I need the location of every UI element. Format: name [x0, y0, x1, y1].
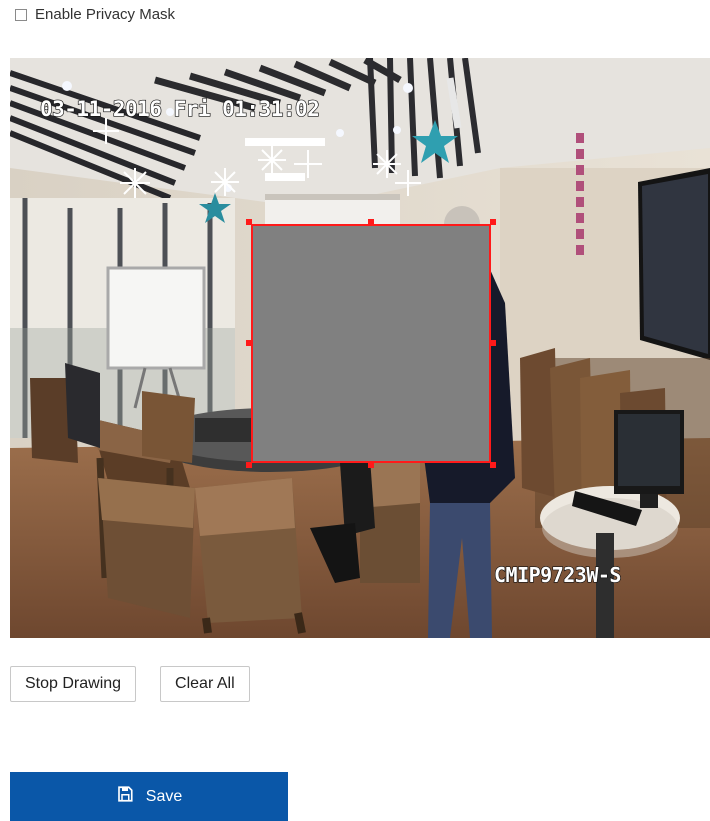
- projector-screen-housing: [265, 194, 400, 200]
- resize-handle-top-right[interactable]: [490, 219, 496, 225]
- video-timestamp-overlay: 03-11-2016 Fri 01:31:02: [40, 97, 319, 121]
- stop-drawing-button[interactable]: Stop Drawing: [10, 666, 137, 702]
- resize-handle-middle-left[interactable]: [246, 340, 252, 346]
- privacy-mask-toggle[interactable]: Enable Privacy Mask: [15, 6, 175, 23]
- privacy-mask-rectangle[interactable]: [251, 224, 491, 463]
- drawing-controls: Stop Drawing Clear All: [10, 666, 250, 702]
- enable-privacy-mask-checkbox[interactable]: [15, 8, 27, 21]
- save-button[interactable]: Save: [10, 772, 288, 821]
- floppy-disk-icon: [116, 785, 134, 808]
- save-button-label: Save: [145, 787, 183, 805]
- ceiling-light: [265, 173, 305, 181]
- wall-television: [638, 168, 710, 360]
- ceiling-light: [245, 138, 325, 146]
- resize-handle-middle-right[interactable]: [490, 340, 496, 346]
- video-scene: 03-11-2016 Fri 01:31:02 CMIP9723W-S: [10, 58, 710, 638]
- privacy-mask-page: Enable Privacy Mask 03-11-2016 Fri 01:31…: [0, 0, 710, 821]
- resize-handle-bottom-middle[interactable]: [368, 462, 374, 468]
- resize-handle-bottom-right[interactable]: [490, 462, 496, 468]
- resize-handle-top-middle[interactable]: [368, 219, 374, 225]
- resize-handle-bottom-left[interactable]: [246, 462, 252, 468]
- camera-video-preview[interactable]: 03-11-2016 Fri 01:31:02 CMIP9723W-S: [10, 58, 710, 638]
- resize-handle-top-left[interactable]: [246, 219, 252, 225]
- privacy-mask-region[interactable]: [246, 219, 496, 468]
- enable-privacy-mask-label: Enable Privacy Mask: [35, 6, 176, 23]
- camera-name-overlay: CMIP9723W-S: [494, 563, 621, 587]
- clear-all-button[interactable]: Clear All: [160, 666, 250, 702]
